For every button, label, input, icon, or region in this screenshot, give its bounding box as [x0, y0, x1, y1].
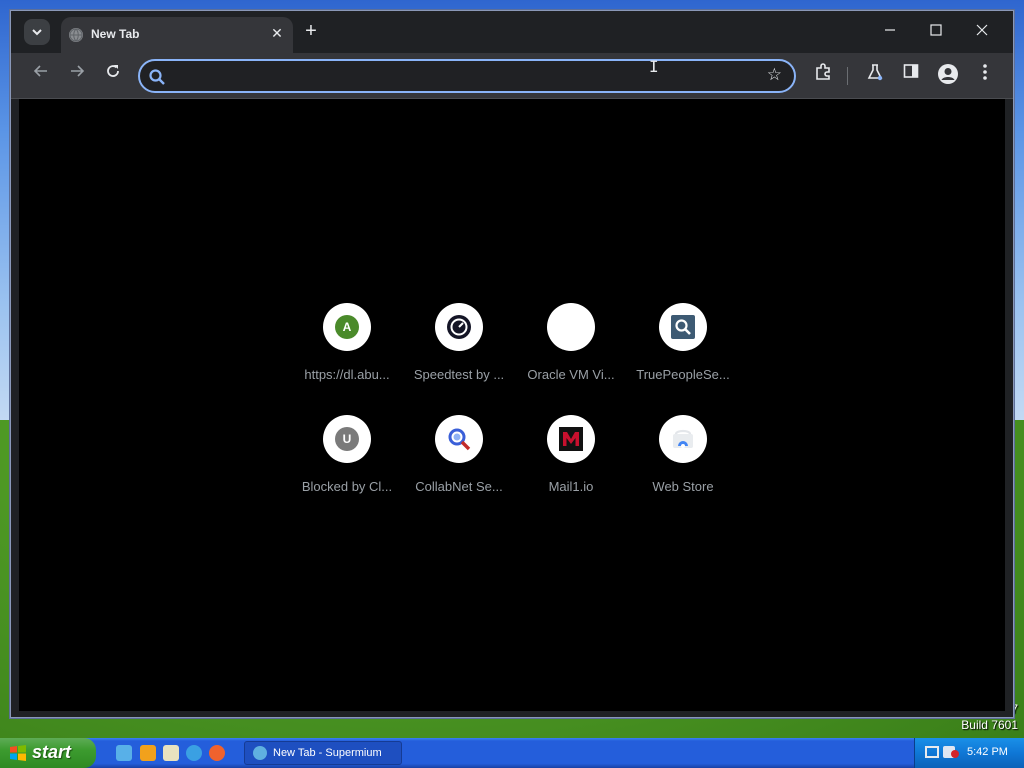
- shortcut-label: TruePeopleSe...: [636, 367, 730, 382]
- minimize-icon: [885, 29, 895, 31]
- windows-logo-icon: [10, 745, 26, 761]
- window-close-button[interactable]: [967, 19, 997, 45]
- taskbar: start New Tab - Supermium 5:42 PM: [0, 738, 1024, 768]
- quicklaunch-browser-icon[interactable]: [116, 745, 132, 761]
- close-icon[interactable]: ✕: [269, 25, 285, 42]
- flask-icon: [867, 64, 883, 81]
- shortcut-icon-circle: [659, 303, 707, 351]
- forward-button[interactable]: [65, 63, 89, 87]
- new-tab-page: A https://dl.abu... Speedtest by ... Ora…: [19, 99, 1005, 711]
- letter-u-icon: U: [335, 427, 359, 451]
- chevron-down-icon: [32, 29, 42, 36]
- toolbar-divider: [847, 67, 848, 85]
- close-icon: [976, 24, 988, 36]
- maximize-icon: [930, 24, 942, 36]
- shortcut-tile[interactable]: Mail1.io: [515, 415, 627, 527]
- quicklaunch-media-icon[interactable]: [140, 745, 156, 761]
- mute-indicator-icon: [951, 750, 959, 758]
- clock[interactable]: 5:42 PM: [967, 746, 1008, 758]
- arrow-right-icon: [71, 65, 85, 77]
- puzzle-icon: [816, 63, 830, 80]
- labs-button[interactable]: [863, 63, 887, 87]
- quicklaunch-folder-icon[interactable]: [163, 745, 179, 761]
- tab-title: New Tab: [91, 27, 140, 41]
- supermium-icon: [253, 746, 267, 760]
- title-bar: New Tab ✕ +: [11, 11, 1013, 53]
- start-button[interactable]: start: [0, 738, 96, 768]
- address-bar[interactable]: ☆: [138, 59, 796, 93]
- shortcut-tile[interactable]: Web Store: [627, 415, 739, 527]
- start-label: start: [32, 742, 72, 762]
- back-button[interactable]: [29, 63, 53, 87]
- speedometer-icon: [447, 315, 471, 339]
- taskbar-item-label: New Tab - Supermium: [273, 747, 382, 759]
- shortcut-label: Web Store: [652, 479, 714, 494]
- side-panel-icon: [903, 64, 919, 78]
- taskbar-item-browser[interactable]: New Tab - Supermium: [244, 741, 402, 765]
- shortcut-icon-circle: U: [323, 415, 371, 463]
- shortcut-tile[interactable]: Oracle VM Vi...: [515, 303, 627, 415]
- system-tray: 5:42 PM: [914, 738, 1024, 768]
- shortcut-icon-circle: A: [323, 303, 371, 351]
- shortcut-tile[interactable]: A https://dl.abu...: [291, 303, 403, 415]
- shortcut-tile[interactable]: U Blocked by Cl...: [291, 415, 403, 527]
- shortcut-tile[interactable]: CollabNet Se...: [403, 415, 515, 527]
- new-tab-button[interactable]: +: [301, 21, 321, 41]
- search-icon: [448, 428, 471, 451]
- shortcut-label: https://dl.abu...: [304, 367, 390, 382]
- magnifier-icon: [671, 315, 695, 339]
- build-watermark: Build 7601: [961, 718, 1018, 732]
- toolbar: ☆: [11, 53, 1013, 99]
- network-icon[interactable]: [925, 746, 939, 758]
- browser-window: New Tab ✕ + ☆ I A https://dl.abu... Spee…: [10, 10, 1014, 718]
- maximize-button[interactable]: [921, 19, 951, 45]
- quicklaunch-firefox-icon[interactable]: [209, 745, 225, 761]
- letter-a-icon: A: [335, 315, 359, 339]
- profile-button[interactable]: [936, 63, 960, 87]
- quicklaunch-ie-icon[interactable]: [186, 745, 202, 761]
- menu-button[interactable]: [973, 63, 997, 87]
- globe-icon: [69, 28, 83, 42]
- shortcut-label: CollabNet Se...: [415, 479, 503, 494]
- more-vert-icon: [983, 64, 987, 80]
- reload-icon: [107, 65, 119, 77]
- avatar-icon: [938, 64, 958, 84]
- bookmark-star-icon[interactable]: ☆: [767, 65, 782, 85]
- shortcut-label: Oracle VM Vi...: [527, 367, 615, 382]
- shortcut-icon-circle: [435, 415, 483, 463]
- shortcut-icon-circle: [659, 415, 707, 463]
- shortcut-tile[interactable]: Speedtest by ...: [403, 303, 515, 415]
- shortcut-tile[interactable]: TruePeopleSe...: [627, 303, 739, 415]
- web-store-icon: [673, 429, 693, 448]
- tab-new-tab[interactable]: New Tab ✕: [61, 17, 293, 53]
- extensions-button[interactable]: [811, 63, 835, 87]
- shortcut-icon-circle: [547, 303, 595, 351]
- shortcut-label: Blocked by Cl...: [301, 479, 393, 494]
- tab-search-button[interactable]: [24, 19, 50, 45]
- shortcut-icon-circle: [435, 303, 483, 351]
- search-icon: [149, 69, 165, 85]
- shortcut-label: Mail1.io: [548, 479, 594, 494]
- reload-button[interactable]: [101, 63, 125, 87]
- mail1-logo-icon: [559, 427, 583, 451]
- minimize-button[interactable]: [875, 19, 905, 45]
- text-cursor-icon: I: [649, 57, 659, 76]
- arrow-left-icon: [33, 65, 47, 77]
- shortcut-icon-circle: [547, 415, 595, 463]
- side-panel-button[interactable]: [899, 63, 923, 87]
- shortcut-label: Speedtest by ...: [413, 367, 505, 382]
